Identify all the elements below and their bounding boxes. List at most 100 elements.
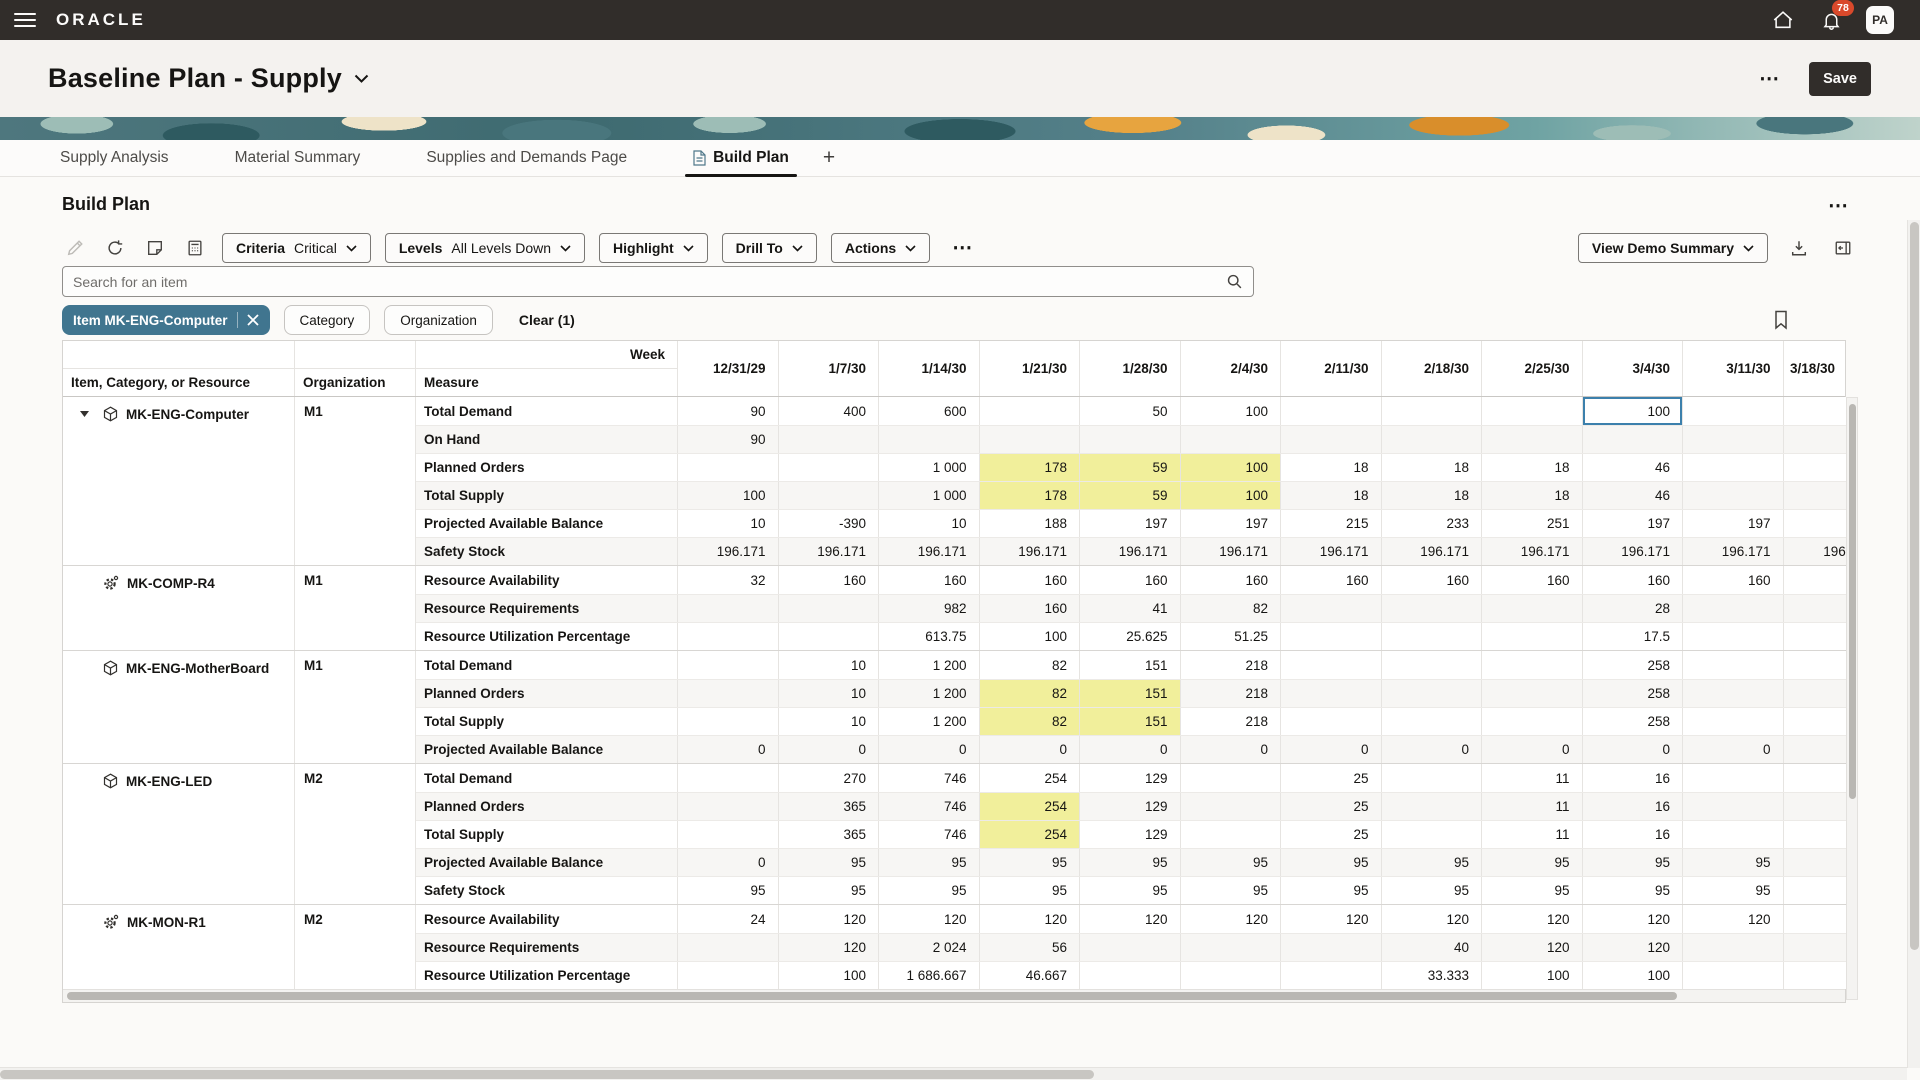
value-cell[interactable]: 11 [1482, 821, 1583, 848]
value-cell[interactable]: 160 [779, 566, 880, 594]
value-cell[interactable] [1784, 482, 1848, 509]
item-cell[interactable]: MK-ENG-Computer [63, 397, 295, 565]
value-cell[interactable]: 0 [678, 849, 779, 876]
value-cell[interactable]: 196.171 [980, 538, 1081, 565]
value-cell[interactable] [1382, 708, 1483, 735]
value-cell[interactable]: 95 [1482, 877, 1583, 904]
search-icon[interactable] [1226, 273, 1243, 290]
value-cell[interactable]: 18 [1382, 454, 1483, 481]
bookmark-icon[interactable] [1768, 307, 1794, 333]
value-cell[interactable] [1683, 482, 1784, 509]
value-cell[interactable]: 196.171 [1784, 538, 1848, 565]
value-cell[interactable] [678, 821, 779, 848]
value-cell[interactable] [779, 454, 880, 481]
value-cell[interactable] [678, 764, 779, 792]
value-cell[interactable]: 95 [779, 849, 880, 876]
value-cell[interactable] [1784, 397, 1848, 425]
value-cell[interactable]: 0 [1382, 736, 1483, 763]
week-column-header[interactable]: 1/14/30 [879, 341, 980, 396]
week-column-header[interactable]: 1/28/30 [1080, 341, 1181, 396]
value-cell[interactable]: 0 [1482, 736, 1583, 763]
value-cell[interactable]: 46.667 [980, 962, 1081, 989]
value-cell[interactable]: 95 [879, 877, 980, 904]
value-cell[interactable] [779, 426, 880, 453]
organization-filter-chip[interactable]: Organization [384, 305, 493, 335]
levels-dropdown[interactable]: Levels All Levels Down [385, 233, 585, 263]
value-cell[interactable]: 746 [879, 821, 980, 848]
value-cell[interactable]: 1 200 [879, 651, 980, 679]
value-cell[interactable]: 100 [1181, 482, 1282, 509]
value-cell[interactable]: 95 [779, 877, 880, 904]
value-cell[interactable]: 11 [1482, 793, 1583, 820]
section-overflow-menu[interactable]: ⋯ [1828, 196, 1850, 216]
value-cell[interactable]: 18 [1482, 482, 1583, 509]
week-column-header[interactable]: 2/11/30 [1281, 341, 1382, 396]
value-cell[interactable] [678, 708, 779, 735]
value-cell[interactable] [1683, 623, 1784, 650]
plan-title-chevron-down-icon[interactable] [354, 74, 369, 83]
value-cell[interactable] [1683, 708, 1784, 735]
value-cell[interactable] [1784, 877, 1848, 904]
value-cell[interactable]: 95 [1683, 849, 1784, 876]
value-cell[interactable]: 120 [879, 905, 980, 933]
value-cell[interactable]: 16 [1583, 793, 1684, 820]
item-header-label[interactable]: Item, Category, or Resource [63, 369, 294, 396]
value-cell[interactable]: 41 [1080, 595, 1181, 622]
week-column-header[interactable]: 3/11/30 [1683, 341, 1784, 396]
value-cell[interactable] [1784, 680, 1848, 707]
remove-filter-close-icon[interactable] [247, 314, 259, 326]
value-cell[interactable]: 1 200 [879, 680, 980, 707]
value-cell[interactable]: 120 [1583, 905, 1684, 933]
value-cell[interactable]: 120 [779, 905, 880, 933]
value-cell[interactable] [1784, 651, 1848, 679]
value-cell[interactable]: 1 200 [879, 708, 980, 735]
value-cell[interactable]: 18 [1281, 454, 1382, 481]
value-cell[interactable]: 10 [779, 680, 880, 707]
value-cell[interactable]: 56 [980, 934, 1081, 961]
value-cell[interactable] [1080, 426, 1181, 453]
value-cell[interactable]: 196.171 [1482, 538, 1583, 565]
value-cell[interactable]: 95 [1382, 849, 1483, 876]
value-cell[interactable] [678, 651, 779, 679]
value-cell[interactable]: 120 [779, 934, 880, 961]
value-cell[interactable] [1281, 934, 1382, 961]
week-column-header[interactable]: 1/7/30 [779, 341, 880, 396]
value-cell[interactable]: 1 686.667 [879, 962, 980, 989]
value-cell[interactable]: 160 [1080, 566, 1181, 594]
value-cell[interactable] [1382, 623, 1483, 650]
value-cell[interactable]: 24 [678, 905, 779, 933]
item-cell[interactable]: MK-COMP-R4 [63, 566, 295, 650]
value-cell[interactable]: 16 [1583, 764, 1684, 792]
value-cell[interactable]: 0 [879, 736, 980, 763]
value-cell[interactable]: 28 [1583, 595, 1684, 622]
value-cell[interactable]: 120 [1281, 905, 1382, 933]
tab-supplies-and-demands-page[interactable]: Supplies and Demands Page [426, 140, 627, 176]
value-cell[interactable] [1683, 764, 1784, 792]
value-cell[interactable] [1181, 821, 1282, 848]
value-cell[interactable]: 82 [1181, 595, 1282, 622]
value-cell[interactable] [1281, 708, 1382, 735]
organization-header-label[interactable]: Organization [295, 369, 415, 396]
value-cell[interactable]: 258 [1583, 680, 1684, 707]
item-name[interactable]: MK-ENG-LED [126, 774, 212, 789]
value-cell[interactable]: 196.171 [1583, 538, 1684, 565]
value-cell[interactable] [1482, 680, 1583, 707]
value-cell[interactable]: 25.625 [1080, 623, 1181, 650]
value-cell[interactable] [1382, 426, 1483, 453]
value-cell[interactable] [1683, 651, 1784, 679]
value-cell[interactable]: 0 [779, 736, 880, 763]
value-cell[interactable]: 120 [1181, 905, 1282, 933]
scrollbar-thumb[interactable] [67, 992, 1677, 1000]
value-cell[interactable]: 40 [1382, 934, 1483, 961]
value-cell[interactable] [1482, 595, 1583, 622]
value-cell[interactable] [879, 426, 980, 453]
value-cell[interactable]: 258 [1583, 651, 1684, 679]
plan-overflow-menu[interactable]: ⋯ [1759, 69, 1781, 89]
value-cell[interactable]: 95 [678, 877, 779, 904]
value-cell[interactable] [1784, 426, 1848, 453]
value-cell[interactable]: 151 [1080, 680, 1181, 707]
value-cell[interactable] [1181, 934, 1282, 961]
value-cell[interactable]: 100 [1181, 454, 1282, 481]
value-cell[interactable] [1683, 821, 1784, 848]
item-filter-chip[interactable]: Item MK-ENG-Computer [62, 305, 270, 335]
